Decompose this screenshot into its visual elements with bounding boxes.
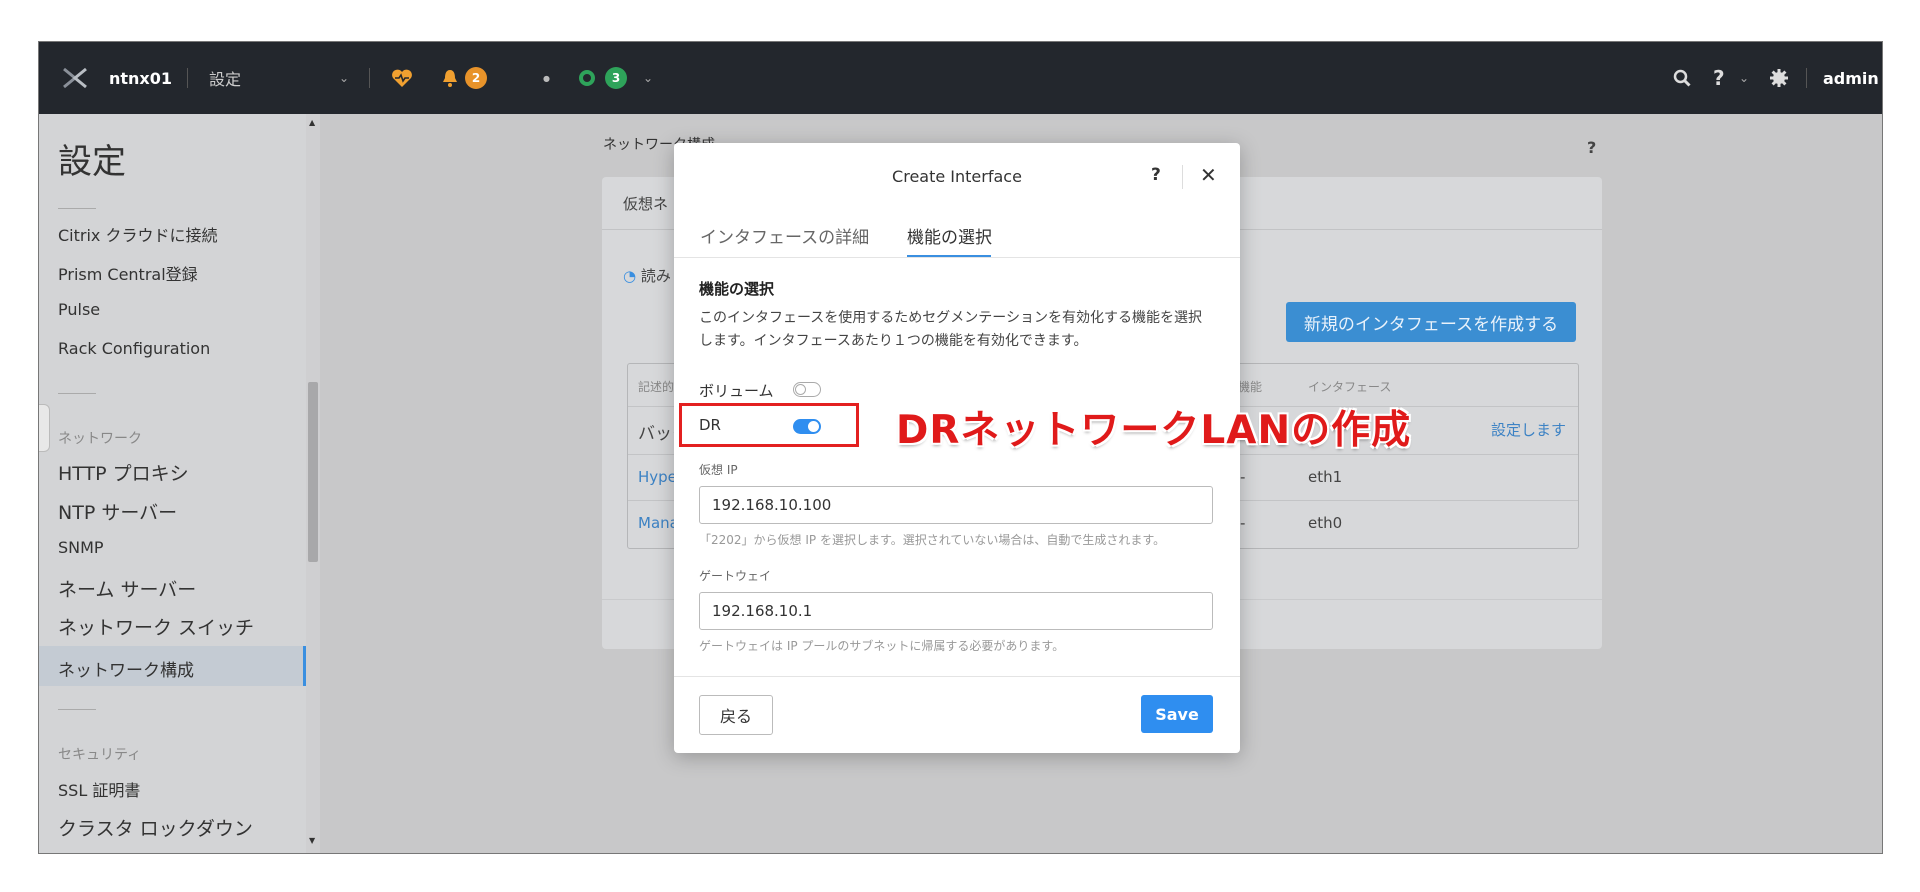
column-header: 機能 <box>1238 380 1263 394</box>
column-header: インタフェース <box>1308 380 1392 394</box>
sidebar-item-name-servers[interactable]: ネーム サーバー <box>58 575 196 602</box>
scroll-up-arrow-icon[interactable]: ▲ <box>309 118 315 127</box>
loading-indicator: ◔ 読み <box>623 265 671 286</box>
divider <box>58 709 96 710</box>
divider <box>187 68 188 88</box>
back-button[interactable]: 戻る <box>699 695 773 735</box>
table-cell-link[interactable]: Hype <box>638 468 677 486</box>
virtual-ip-hint: 「2202」から仮想 IP を選択します。選択されていない場合は、自動で生成され… <box>699 533 1166 547</box>
divider <box>674 676 1240 677</box>
table-cell-link[interactable]: Mana <box>638 514 679 532</box>
table-cell: eth0 <box>1308 514 1343 532</box>
settings-sidebar: 設定 Citrix クラウドに接続 Prism Central登録 Pulse … <box>39 114 306 853</box>
dot-separator-icon: ● <box>543 73 550 83</box>
nutanix-logo-icon[interactable] <box>55 42 95 114</box>
toggle-knob <box>795 384 806 395</box>
annotation-text: DRネットワークLANの作成 <box>896 408 1412 453</box>
help-icon[interactable]: ? <box>1587 138 1596 157</box>
feature-label-volumes: ボリューム <box>699 382 774 400</box>
divider <box>58 393 96 394</box>
alert-count-badge[interactable]: 2 <box>465 42 487 114</box>
divider <box>674 257 1240 258</box>
cluster-name[interactable]: ntnx01 <box>109 42 172 114</box>
chevron-down-icon[interactable]: ⌄ <box>643 42 653 114</box>
health-heart-icon[interactable] <box>391 42 413 114</box>
sidebar-section-network: ネットワーク <box>58 431 142 447</box>
save-button[interactable]: Save <box>1141 695 1213 733</box>
sidebar-item-citrix[interactable]: Citrix クラウドに接続 <box>58 222 217 246</box>
user-name: admin <box>1823 68 1879 88</box>
table-cell: - <box>1240 468 1246 486</box>
dr-highlight-box <box>679 403 859 447</box>
main-menu-dropdown[interactable]: 設定 <box>209 42 241 114</box>
sidebar-item-ntp[interactable]: NTP サーバー <box>58 498 177 525</box>
sidebar-item-network-configuration[interactable]: ネットワーク構成 <box>39 646 306 686</box>
tasks-circle-icon[interactable] <box>577 42 597 114</box>
top-navigation-bar: ntnx01 設定 ⌄ 2 ● 3 ⌄ ? ⌄ admin <box>39 42 1882 114</box>
tab-virtual-network[interactable]: 仮想ネ <box>623 193 668 214</box>
task-count-badge[interactable]: 3 <box>605 42 627 114</box>
create-interface-button[interactable]: 新規のインタフェースを作成する <box>1286 302 1576 342</box>
gateway-input[interactable] <box>699 592 1213 630</box>
tab-interface-details[interactable]: インタフェースの詳細 <box>700 223 869 248</box>
column-header: 記述的 <box>638 380 675 394</box>
sidebar-item-snmp[interactable]: SNMP <box>58 538 104 557</box>
user-menu[interactable]: admin ⌄ <box>1795 42 1882 114</box>
volumes-toggle[interactable] <box>793 382 821 397</box>
section-description: このインタフェースを使用するためセグメンテーションを有効化する機能を選択します。… <box>699 310 1203 349</box>
scroll-down-arrow-icon[interactable]: ▼ <box>309 836 315 845</box>
sidebar-item-label: ネットワーク構成 <box>58 661 194 681</box>
table-cell: - <box>1240 514 1246 532</box>
main-menu-label: 設定 <box>209 70 242 89</box>
gateway-hint: ゲートウェイは IP プールのサブネットに帰属する必要があります。 <box>699 639 1065 653</box>
virtual-ip-label: 仮想 IP <box>699 463 738 477</box>
close-icon[interactable]: ✕ <box>1200 163 1217 187</box>
sidebar-item-rack-configuration[interactable]: Rack Configuration <box>58 339 210 358</box>
help-icon[interactable]: ? <box>1151 165 1161 185</box>
divider <box>58 208 96 209</box>
divider <box>369 68 370 88</box>
help-icon[interactable]: ? <box>1713 42 1725 114</box>
divider <box>1182 165 1183 189</box>
section-title: 機能の選択 <box>699 280 775 298</box>
gateway-label: ゲートウェイ <box>699 569 772 583</box>
chevron-down-icon[interactable]: ⌄ <box>339 42 349 114</box>
sidebar-item-http-proxy[interactable]: HTTP プロキシ <box>58 459 189 486</box>
search-icon[interactable] <box>1673 42 1691 114</box>
spinner-icon: ◔ <box>623 267 637 285</box>
configure-link[interactable]: 設定します <box>1491 419 1566 440</box>
scrollbar-thumb[interactable] <box>308 382 318 562</box>
sidebar-title: 設定 <box>58 142 126 182</box>
sidebar-item-cluster-lockdown[interactable]: クラスタ ロックダウン <box>58 814 253 841</box>
tab-feature-selection[interactable]: 機能の選択 <box>907 223 992 248</box>
gear-icon[interactable] <box>1769 42 1789 114</box>
sidebar-item-ssl[interactable]: SSL 証明書 <box>58 777 140 801</box>
sidebar-resize-handle[interactable] <box>39 404 50 452</box>
chevron-down-icon[interactable]: ⌄ <box>1739 42 1749 114</box>
sidebar-section-security: セキュリティ <box>58 747 142 763</box>
alerts-bell-icon[interactable] <box>441 42 459 114</box>
sidebar-item-pulse[interactable]: Pulse <box>58 300 100 319</box>
table-cell: eth1 <box>1308 468 1343 486</box>
virtual-ip-input[interactable] <box>699 486 1213 524</box>
loading-text: 読み <box>640 267 671 285</box>
sidebar-item-network-switch[interactable]: ネットワーク スイッチ <box>58 613 254 640</box>
sidebar-item-prism-central[interactable]: Prism Central登録 <box>58 261 198 285</box>
